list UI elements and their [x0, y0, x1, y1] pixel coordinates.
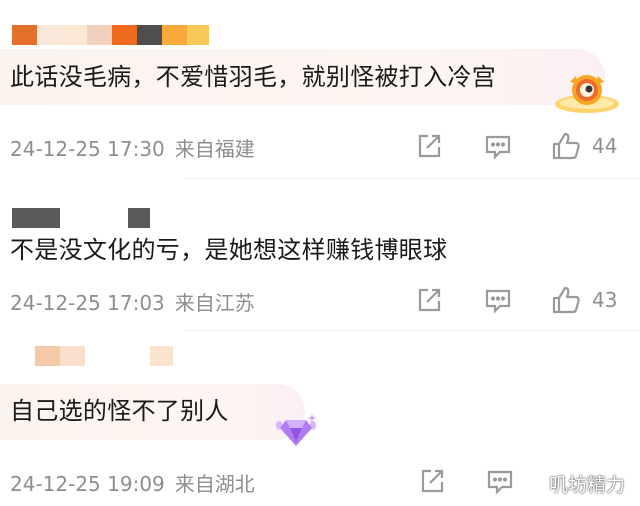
thumbs-up-icon[interactable] — [551, 131, 581, 161]
share-icon[interactable] — [415, 286, 443, 314]
mosaic-tile — [60, 346, 85, 366]
mosaic-tile — [162, 25, 187, 45]
mosaic-tile — [12, 208, 60, 228]
like-count: 43 — [592, 288, 618, 312]
mosaic-tile — [12, 25, 37, 45]
location: 来自福建 — [174, 137, 255, 161]
mosaic-tile — [87, 25, 112, 45]
share-icon[interactable] — [418, 467, 446, 495]
comment-icon[interactable] — [486, 467, 514, 495]
mosaic-tile — [35, 346, 60, 366]
comment-text: 自己选的怪不了别人 — [10, 397, 229, 425]
timestamp: 24-12-25 19:09 — [10, 472, 165, 496]
orange-mascot-emoji — [555, 75, 619, 113]
mosaic-tile — [150, 346, 173, 366]
share-icon[interactable] — [415, 132, 443, 160]
mosaic-tile — [187, 25, 209, 45]
comment-meta: 24-12-25 17:03 来自江苏 — [10, 287, 255, 316]
location: 来自江苏 — [174, 291, 255, 315]
mosaic-tile — [137, 25, 162, 45]
username-mosaic-2 — [150, 346, 173, 366]
like-count: 44 — [592, 134, 618, 158]
comment-meta: 24-12-25 17:30 来自福建 — [10, 133, 255, 162]
purple-gem-badge — [275, 414, 317, 446]
mosaic-tile — [112, 25, 137, 45]
mosaic-tile — [62, 25, 87, 45]
mosaic-tile — [37, 25, 62, 45]
username-mosaic[interactable] — [12, 208, 60, 228]
comment-icon[interactable] — [484, 132, 512, 160]
mosaic-tile — [128, 208, 150, 228]
timestamp: 24-12-25 17:03 — [10, 291, 165, 315]
username-mosaic-2 — [128, 208, 150, 228]
comment-text: 不是没文化的亏，是她想这样赚钱博眼球 — [10, 236, 448, 264]
username-mosaic[interactable] — [35, 346, 85, 366]
watermark-text: 叽坊精力 — [549, 474, 626, 496]
comment-1: 此话没毛病，不爱惜羽毛，就别怪被打入冷宫 24-12-25 17:30 来自福建 … — [0, 0, 640, 180]
comment-icon[interactable] — [484, 286, 512, 314]
comment-meta: 24-12-25 19:09 来自湖北 — [10, 468, 255, 497]
divider — [185, 330, 640, 331]
comment-3: 自己选的怪不了别人 24-12-25 19:09 来自湖北 — [0, 332, 640, 506]
comment-text: 此话没毛病，不爱惜羽毛，就别怪被打入冷宫 — [10, 63, 496, 91]
location: 来自湖北 — [174, 472, 255, 496]
divider — [185, 178, 640, 179]
username-mosaic[interactable] — [12, 25, 209, 45]
timestamp: 24-12-25 17:30 — [10, 137, 165, 161]
comment-2: 不是没文化的亏，是她想这样赚钱博眼球 24-12-25 17:03 来自江苏 43 — [0, 180, 640, 330]
thumbs-up-icon[interactable] — [551, 285, 581, 315]
